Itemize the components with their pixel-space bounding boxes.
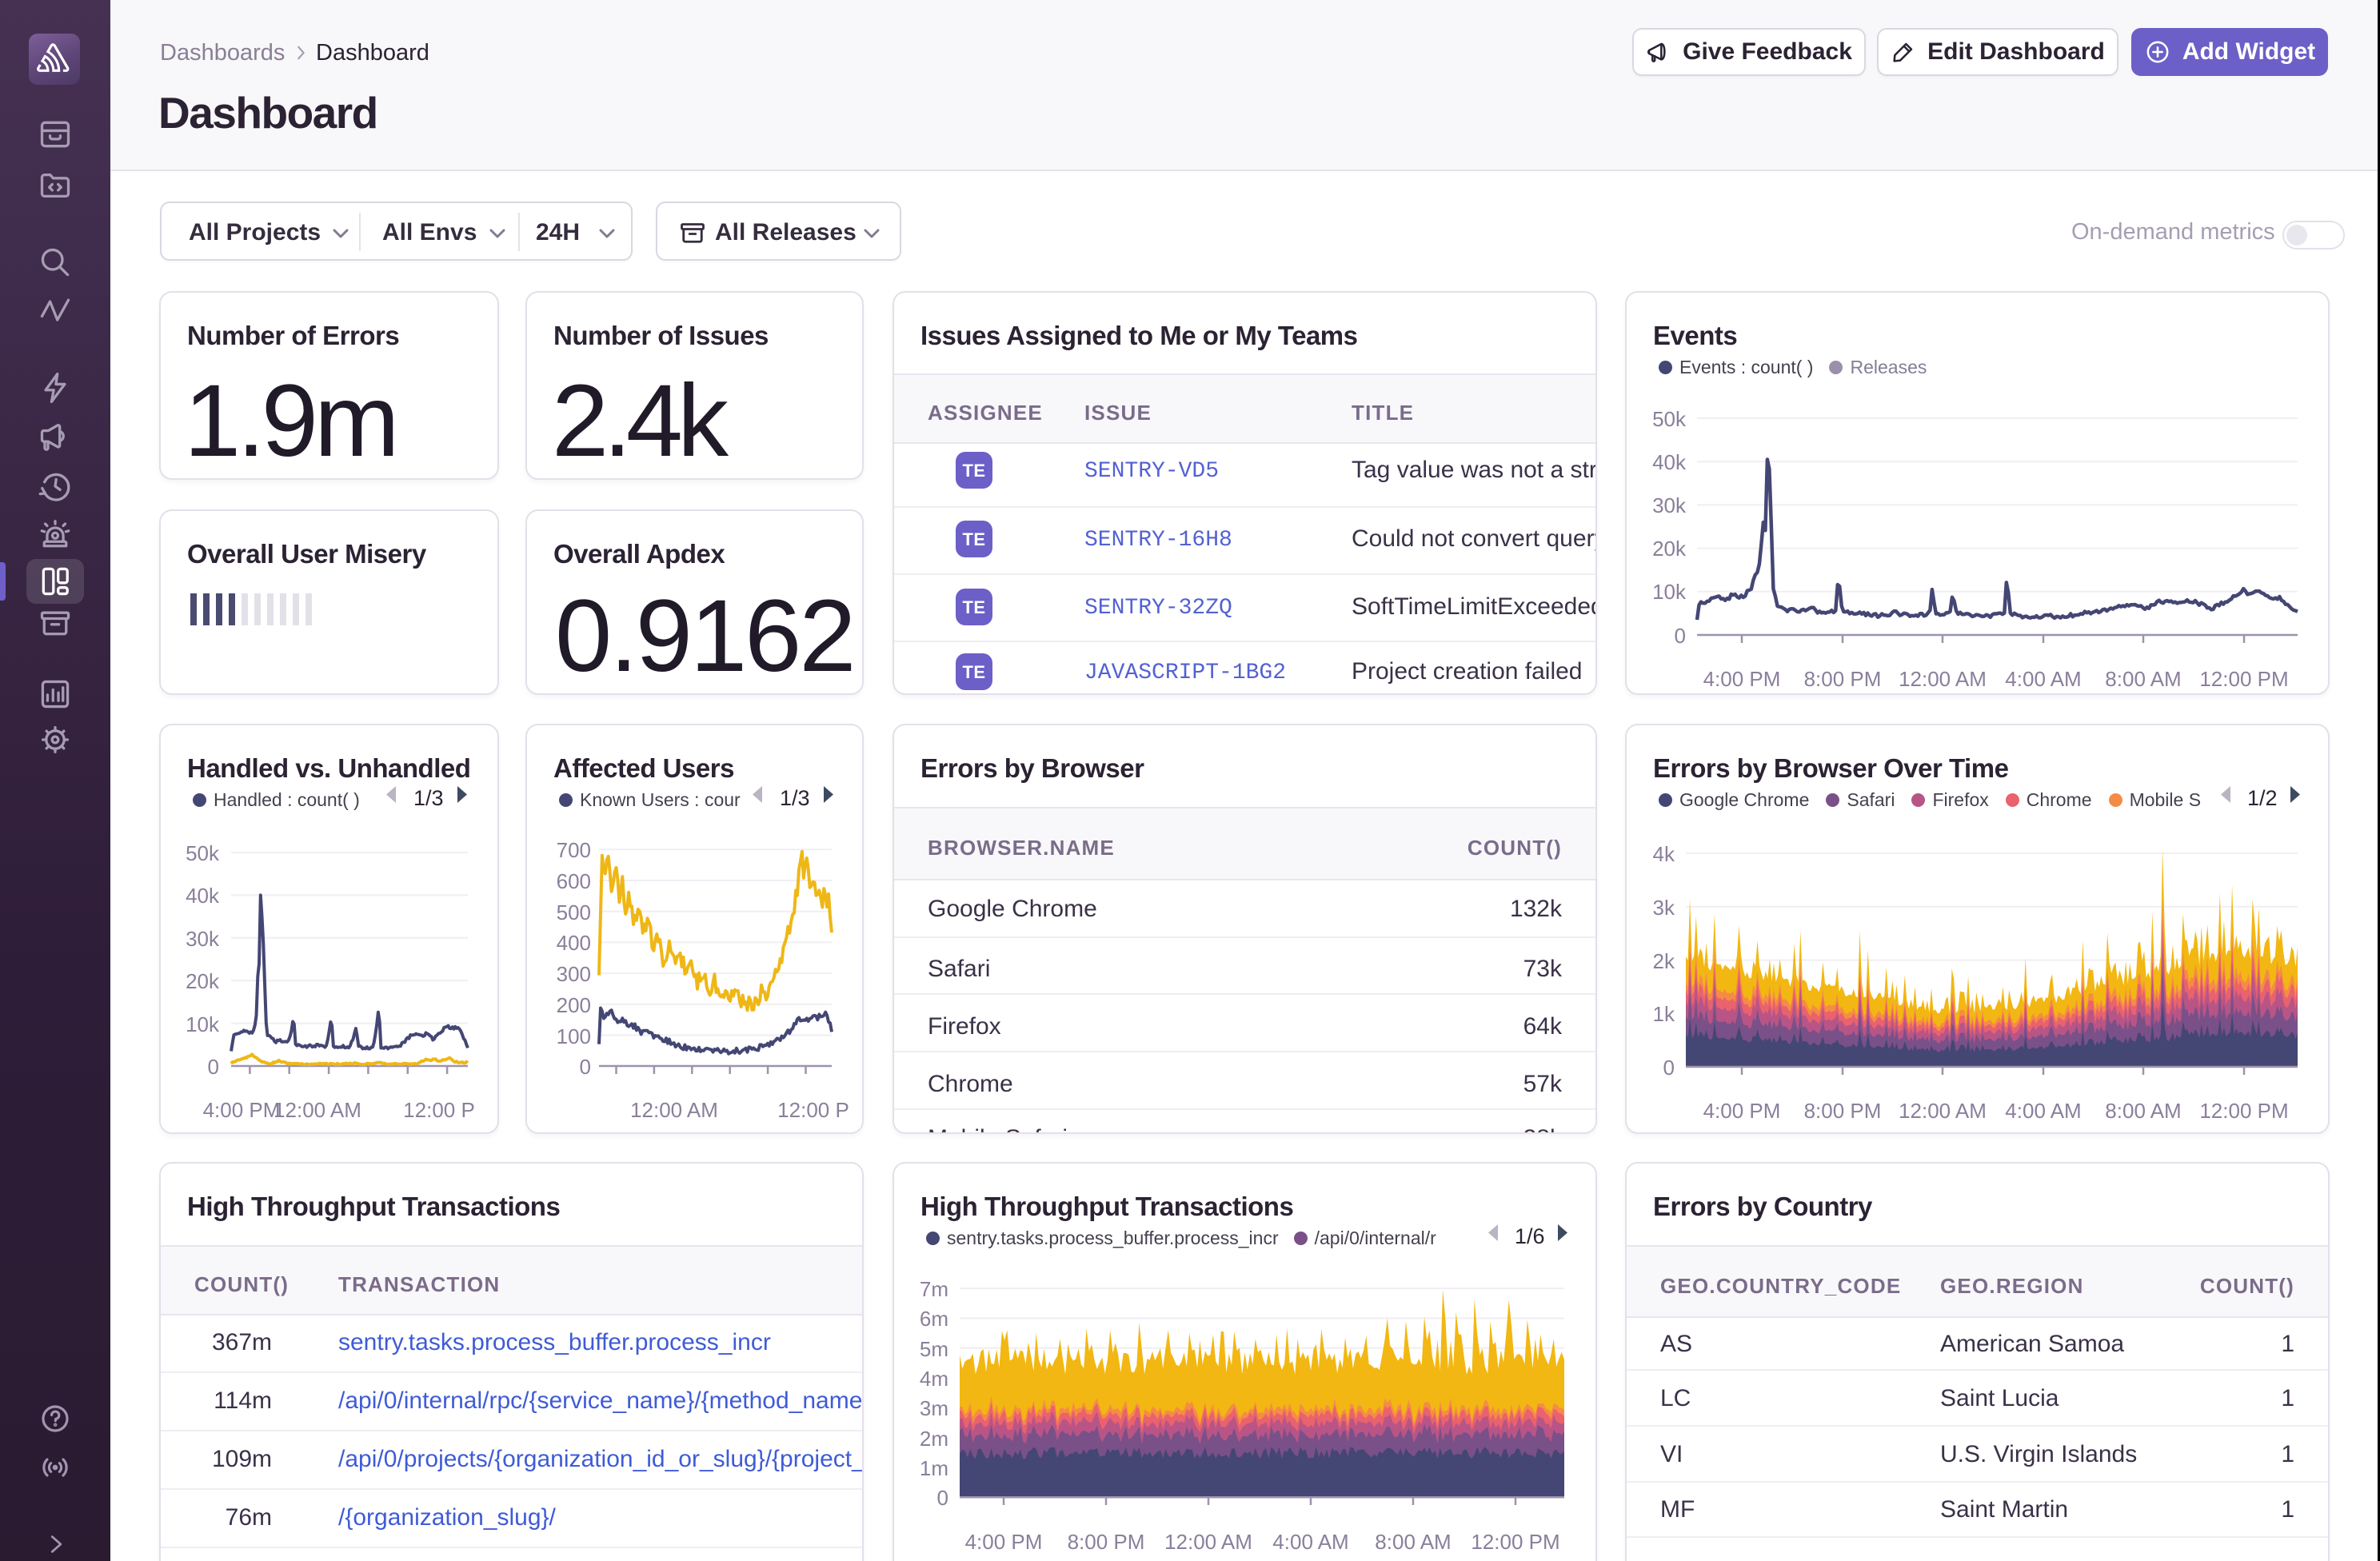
svg-text:4:00 AM: 4:00 AM xyxy=(2005,667,2081,691)
svg-text:8:00 AM: 8:00 AM xyxy=(1375,1530,1451,1554)
svg-text:30k: 30k xyxy=(186,927,220,951)
svg-text:10k: 10k xyxy=(186,1012,220,1036)
svg-text:0: 0 xyxy=(208,1055,219,1079)
svg-text:6m: 6m xyxy=(920,1307,948,1331)
svg-text:12:00 AM: 12:00 AM xyxy=(630,1098,718,1122)
svg-text:4:00 AM: 4:00 AM xyxy=(2005,1099,2081,1123)
svg-text:0: 0 xyxy=(1675,624,1686,648)
svg-text:600: 600 xyxy=(557,869,591,893)
svg-text:12:00 AM: 12:00 AM xyxy=(1899,1099,1987,1123)
svg-text:0: 0 xyxy=(580,1055,591,1079)
svg-text:12:00 AM: 12:00 AM xyxy=(1899,667,1987,691)
svg-text:200: 200 xyxy=(557,993,591,1017)
svg-text:0: 0 xyxy=(1663,1056,1675,1080)
svg-text:100: 100 xyxy=(557,1024,591,1048)
svg-text:12:00 P: 12:00 P xyxy=(777,1098,849,1122)
svg-text:4:00 PM: 4:00 PM xyxy=(203,1098,281,1122)
svg-text:1k: 1k xyxy=(1653,1002,1675,1026)
svg-text:1m: 1m xyxy=(920,1456,948,1480)
svg-text:20k: 20k xyxy=(1652,537,1687,561)
svg-text:400: 400 xyxy=(557,931,591,955)
svg-text:40k: 40k xyxy=(1652,450,1687,474)
svg-text:10k: 10k xyxy=(1652,580,1687,604)
svg-text:8:00 AM: 8:00 AM xyxy=(2105,1099,2181,1123)
svg-text:20k: 20k xyxy=(186,969,220,993)
svg-text:5m: 5m xyxy=(920,1337,948,1361)
svg-text:30k: 30k xyxy=(1652,493,1687,517)
svg-text:700: 700 xyxy=(557,838,591,862)
svg-text:12:00 PM: 12:00 PM xyxy=(2199,1099,2288,1123)
svg-text:50k: 50k xyxy=(186,841,220,865)
svg-text:4m: 4m xyxy=(920,1367,948,1391)
svg-text:3m: 3m xyxy=(920,1396,948,1420)
svg-text:12:00 AM: 12:00 AM xyxy=(274,1098,361,1122)
svg-text:12:00 PM: 12:00 PM xyxy=(1471,1530,1559,1554)
svg-text:8:00 PM: 8:00 PM xyxy=(1804,1099,1882,1123)
svg-text:3k: 3k xyxy=(1653,896,1675,920)
svg-text:12:00 PM: 12:00 PM xyxy=(2199,667,2288,691)
svg-text:4k: 4k xyxy=(1653,842,1675,866)
svg-text:2m: 2m xyxy=(920,1427,948,1451)
svg-text:4:00 PM: 4:00 PM xyxy=(965,1530,1043,1554)
svg-text:40k: 40k xyxy=(186,884,220,908)
svg-text:500: 500 xyxy=(557,900,591,924)
svg-text:8:00 PM: 8:00 PM xyxy=(1804,667,1882,691)
svg-text:7m: 7m xyxy=(920,1277,948,1301)
svg-text:8:00 AM: 8:00 AM xyxy=(2105,667,2181,691)
svg-text:12:00 P: 12:00 P xyxy=(403,1098,475,1122)
svg-text:8:00 PM: 8:00 PM xyxy=(1068,1530,1145,1554)
svg-text:0: 0 xyxy=(937,1486,948,1510)
svg-text:4:00 PM: 4:00 PM xyxy=(1703,667,1781,691)
svg-text:2k: 2k xyxy=(1653,949,1675,973)
svg-text:300: 300 xyxy=(557,962,591,986)
svg-text:12:00 AM: 12:00 AM xyxy=(1164,1530,1252,1554)
svg-text:50k: 50k xyxy=(1652,407,1687,431)
svg-text:4:00 AM: 4:00 AM xyxy=(1272,1530,1348,1554)
svg-text:4:00 PM: 4:00 PM xyxy=(1703,1099,1781,1123)
